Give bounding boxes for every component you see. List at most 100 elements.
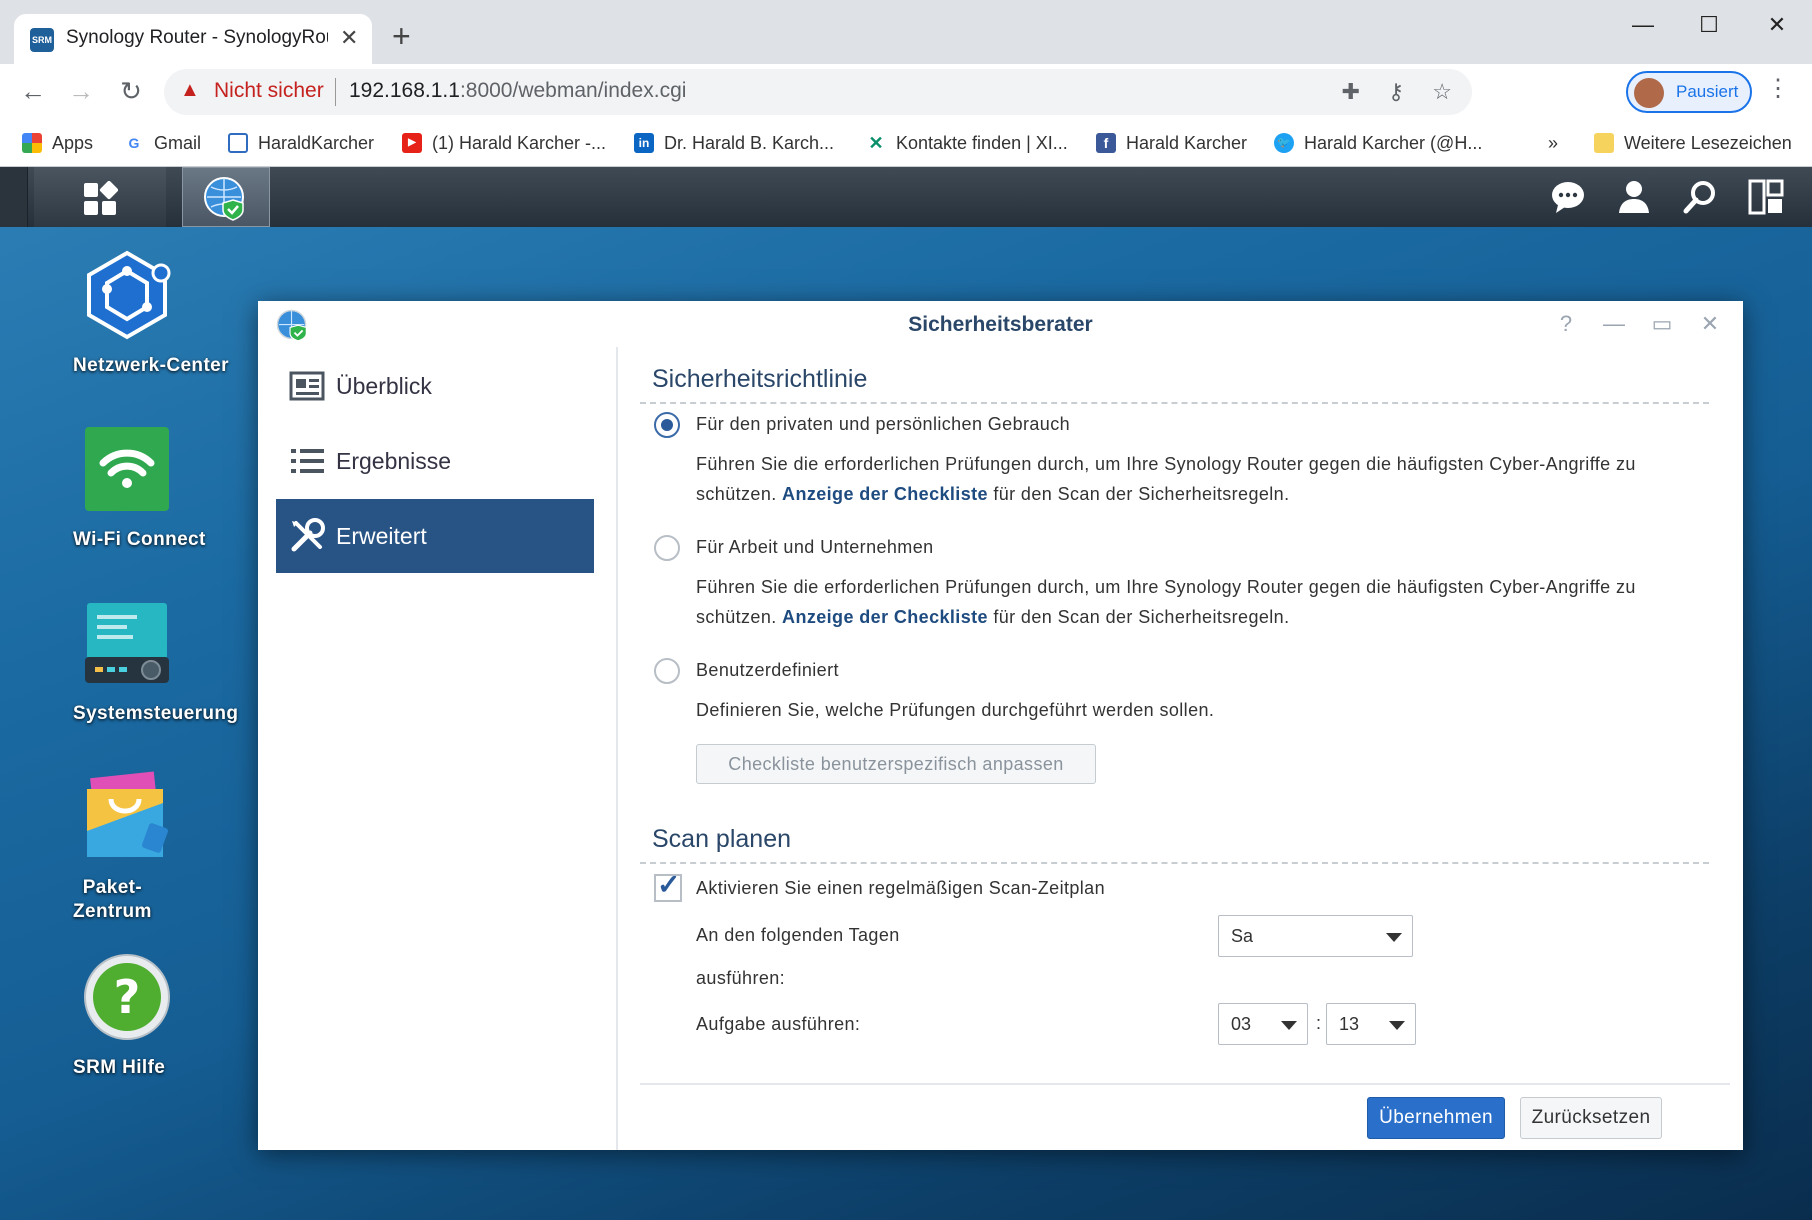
- days-label-line2: ausführen:: [696, 968, 786, 988]
- bookmark-linkedin[interactable]: in Dr. Harald B. Karch...: [634, 128, 834, 158]
- sidebar-item-erweitert[interactable]: Erweitert: [276, 499, 594, 573]
- key-icon[interactable]: ⚷: [1388, 79, 1404, 104]
- bookmark-twitter[interactable]: 🐦 Harald Karcher (@H...: [1274, 128, 1482, 158]
- bookmark-star-icon[interactable]: ☆: [1432, 79, 1452, 104]
- omnibox[interactable]: ▲ Nicht sicher 192.168.1.1:8000/webman/i…: [164, 69, 1472, 115]
- customize-checklist-button[interactable]: Checkliste benutzerspezifisch anpassen: [696, 744, 1096, 784]
- url-text[interactable]: 192.168.1.1:8000/webman/index.cgi: [349, 79, 686, 103]
- sidebar-item-ergebnisse[interactable]: Ergebnisse: [276, 424, 594, 498]
- checkmark-icon: ✓: [657, 869, 681, 900]
- desc-text: für den Scan der Sicherheitsregeln.: [987, 607, 1290, 627]
- bookmark-haraldkarcher[interactable]: HaraldKarcher: [228, 128, 374, 158]
- desktop-icon-systemsteuerung[interactable]: Systemsteuerung: [17, 597, 238, 724]
- sidebar-item-ueberblick[interactable]: Überblick: [276, 349, 594, 423]
- extension-blocked-icon[interactable]: ✚: [1341, 79, 1359, 104]
- kebab-menu-icon[interactable]: ⋮: [1766, 74, 1790, 103]
- desktop-icon-netzwerk-center[interactable]: Netzwerk-Center: [17, 249, 237, 376]
- desktop-icon-srm-hilfe[interactable]: ? SRM Hilfe: [17, 951, 237, 1078]
- omnibox-divider: [335, 78, 336, 106]
- checklist-link[interactable]: Anzeige der Checkliste: [782, 607, 988, 627]
- bookmark-xing[interactable]: ✕ Kontakte finden | XI...: [866, 128, 1068, 158]
- sidebar-item-label: Überblick: [336, 372, 432, 399]
- bookmarks-overflow[interactable]: »: [1548, 128, 1558, 158]
- search-icon[interactable]: [1682, 179, 1718, 215]
- section-heading-schedule: Scan planen: [640, 825, 1709, 864]
- new-tab-icon[interactable]: +: [392, 20, 411, 52]
- wrench-screwdriver-icon: [291, 518, 325, 552]
- close-icon[interactable]: ✕: [1696, 311, 1724, 337]
- main-content: Sicherheitsrichtlinie Für den privaten u…: [640, 347, 1730, 1150]
- minimize-icon[interactable]: —: [1600, 311, 1628, 337]
- maximize-icon[interactable]: ▭: [1648, 311, 1676, 337]
- checklist-link[interactable]: Anzeige der Checkliste: [782, 484, 988, 504]
- widgets-icon[interactable]: [1748, 179, 1784, 215]
- main-menu-button[interactable]: [34, 167, 166, 227]
- time-label: Aufgabe ausführen:: [696, 1014, 861, 1034]
- option-desc-private: Führen Sie die erforderlichen Prüfungen …: [696, 449, 1696, 509]
- desktop-icon-wifi-connect[interactable]: Wi-Fi Connect: [17, 423, 237, 550]
- window-close-icon[interactable]: ✕: [1762, 12, 1792, 38]
- help-icon[interactable]: ?: [1552, 311, 1580, 337]
- radio-custom[interactable]: [654, 658, 680, 684]
- apps-grid-icon: [22, 133, 42, 153]
- reset-button[interactable]: Zurücksetzen: [1520, 1097, 1662, 1139]
- tab-strip: SRM Synology Router - SynologyRoute ✕ + …: [0, 0, 1812, 64]
- user-icon[interactable]: [1616, 179, 1652, 215]
- bookmark-label: HaraldKarcher: [258, 132, 375, 153]
- hour-select[interactable]: 03: [1218, 1003, 1308, 1045]
- forward-arrow-icon[interactable]: →: [66, 76, 96, 106]
- facebook-icon: f: [1096, 133, 1116, 153]
- footer-divider: [640, 1083, 1730, 1085]
- show-desktop-button[interactable]: [0, 167, 28, 227]
- section-heading-policy: Sicherheitsrichtlinie: [640, 365, 1709, 404]
- warning-triangle-icon: ▲: [180, 79, 200, 101]
- minute-select[interactable]: 13: [1326, 1003, 1416, 1045]
- address-bar-row: ← → ↻ ▲ Nicht sicher 192.168.1.1:8000/we…: [0, 64, 1812, 120]
- wifi-icon: [85, 427, 169, 511]
- radio-private[interactable]: [654, 412, 680, 438]
- option-label-custom: Benutzerdefiniert: [696, 660, 839, 680]
- day-select[interactable]: Sa: [1218, 915, 1413, 957]
- desktop-icon-paket-zentrum[interactable]: Paket- Zentrum: [17, 771, 237, 922]
- bookmark-label: Dr. Harald B. Karch...: [664, 132, 835, 153]
- taskbar-security-advisor[interactable]: [182, 167, 270, 227]
- desktop-icon-label: Wi-Fi Connect: [73, 529, 206, 550]
- schedule-enable-label: Aktivieren Sie einen regelmäßigen Scan-Z…: [696, 878, 1106, 898]
- bookmark-folder-more[interactable]: Weitere Lesezeichen: [1594, 128, 1792, 158]
- bookmark-label: Apps: [52, 132, 94, 153]
- sidebar: Überblick Ergebnisse Erweitert: [258, 347, 618, 1150]
- bookmark-gmail[interactable]: G Gmail: [124, 128, 201, 158]
- bookmark-youtube[interactable]: ▶ (1) Harald Karcher -...: [402, 128, 606, 158]
- security-status[interactable]: Nicht sicher: [214, 79, 324, 103]
- bookmark-label: (1) Harald Karcher -...: [432, 132, 607, 153]
- url-host: 192.168.1.1: [349, 79, 460, 102]
- main-menu-grid-icon: [84, 181, 118, 215]
- bookmark-apps[interactable]: Apps: [22, 128, 93, 158]
- hour-select-value: 03: [1231, 1014, 1252, 1034]
- minute-select-value: 13: [1339, 1014, 1360, 1034]
- xing-icon: ✕: [866, 133, 886, 153]
- reload-icon[interactable]: ↻: [116, 76, 146, 106]
- bookmark-facebook[interactable]: f Harald Karcher: [1096, 128, 1247, 158]
- days-label-line1: An den folgenden Tagen: [696, 925, 900, 945]
- apply-button[interactable]: Übernehmen: [1367, 1097, 1505, 1139]
- profile-status: Pausiert: [1676, 82, 1739, 101]
- bookmarks-bar: Apps G Gmail HaraldKarcher ▶ (1) Harald …: [0, 120, 1812, 166]
- help-question-icon: ?: [84, 954, 170, 1040]
- tab-close-icon[interactable]: ✕: [340, 25, 358, 51]
- browser-tab[interactable]: SRM Synology Router - SynologyRoute ✕: [14, 14, 372, 64]
- svg-text:?: ?: [114, 970, 141, 1024]
- profile-button[interactable]: Pausiert: [1626, 71, 1752, 113]
- folder-icon: [1594, 133, 1614, 153]
- schedule-enable-checkbox[interactable]: ✓: [654, 869, 682, 902]
- window-maximize-icon[interactable]: ☐: [1694, 12, 1724, 38]
- twitter-icon: 🐦: [1274, 133, 1294, 153]
- notifications-chat-icon[interactable]: [1550, 179, 1586, 215]
- radio-business[interactable]: [654, 535, 680, 561]
- window-titlebar[interactable]: Sicherheitsberater ? — ▭ ✕: [258, 301, 1743, 347]
- linkedin-icon: in: [634, 133, 654, 153]
- srm-desktop: Netzwerk-Center Wi-Fi Connect Systemsteu…: [0, 167, 1812, 1220]
- window-minimize-icon[interactable]: —: [1628, 12, 1658, 38]
- srm-taskbar: [0, 167, 1812, 227]
- back-arrow-icon[interactable]: ←: [18, 76, 48, 106]
